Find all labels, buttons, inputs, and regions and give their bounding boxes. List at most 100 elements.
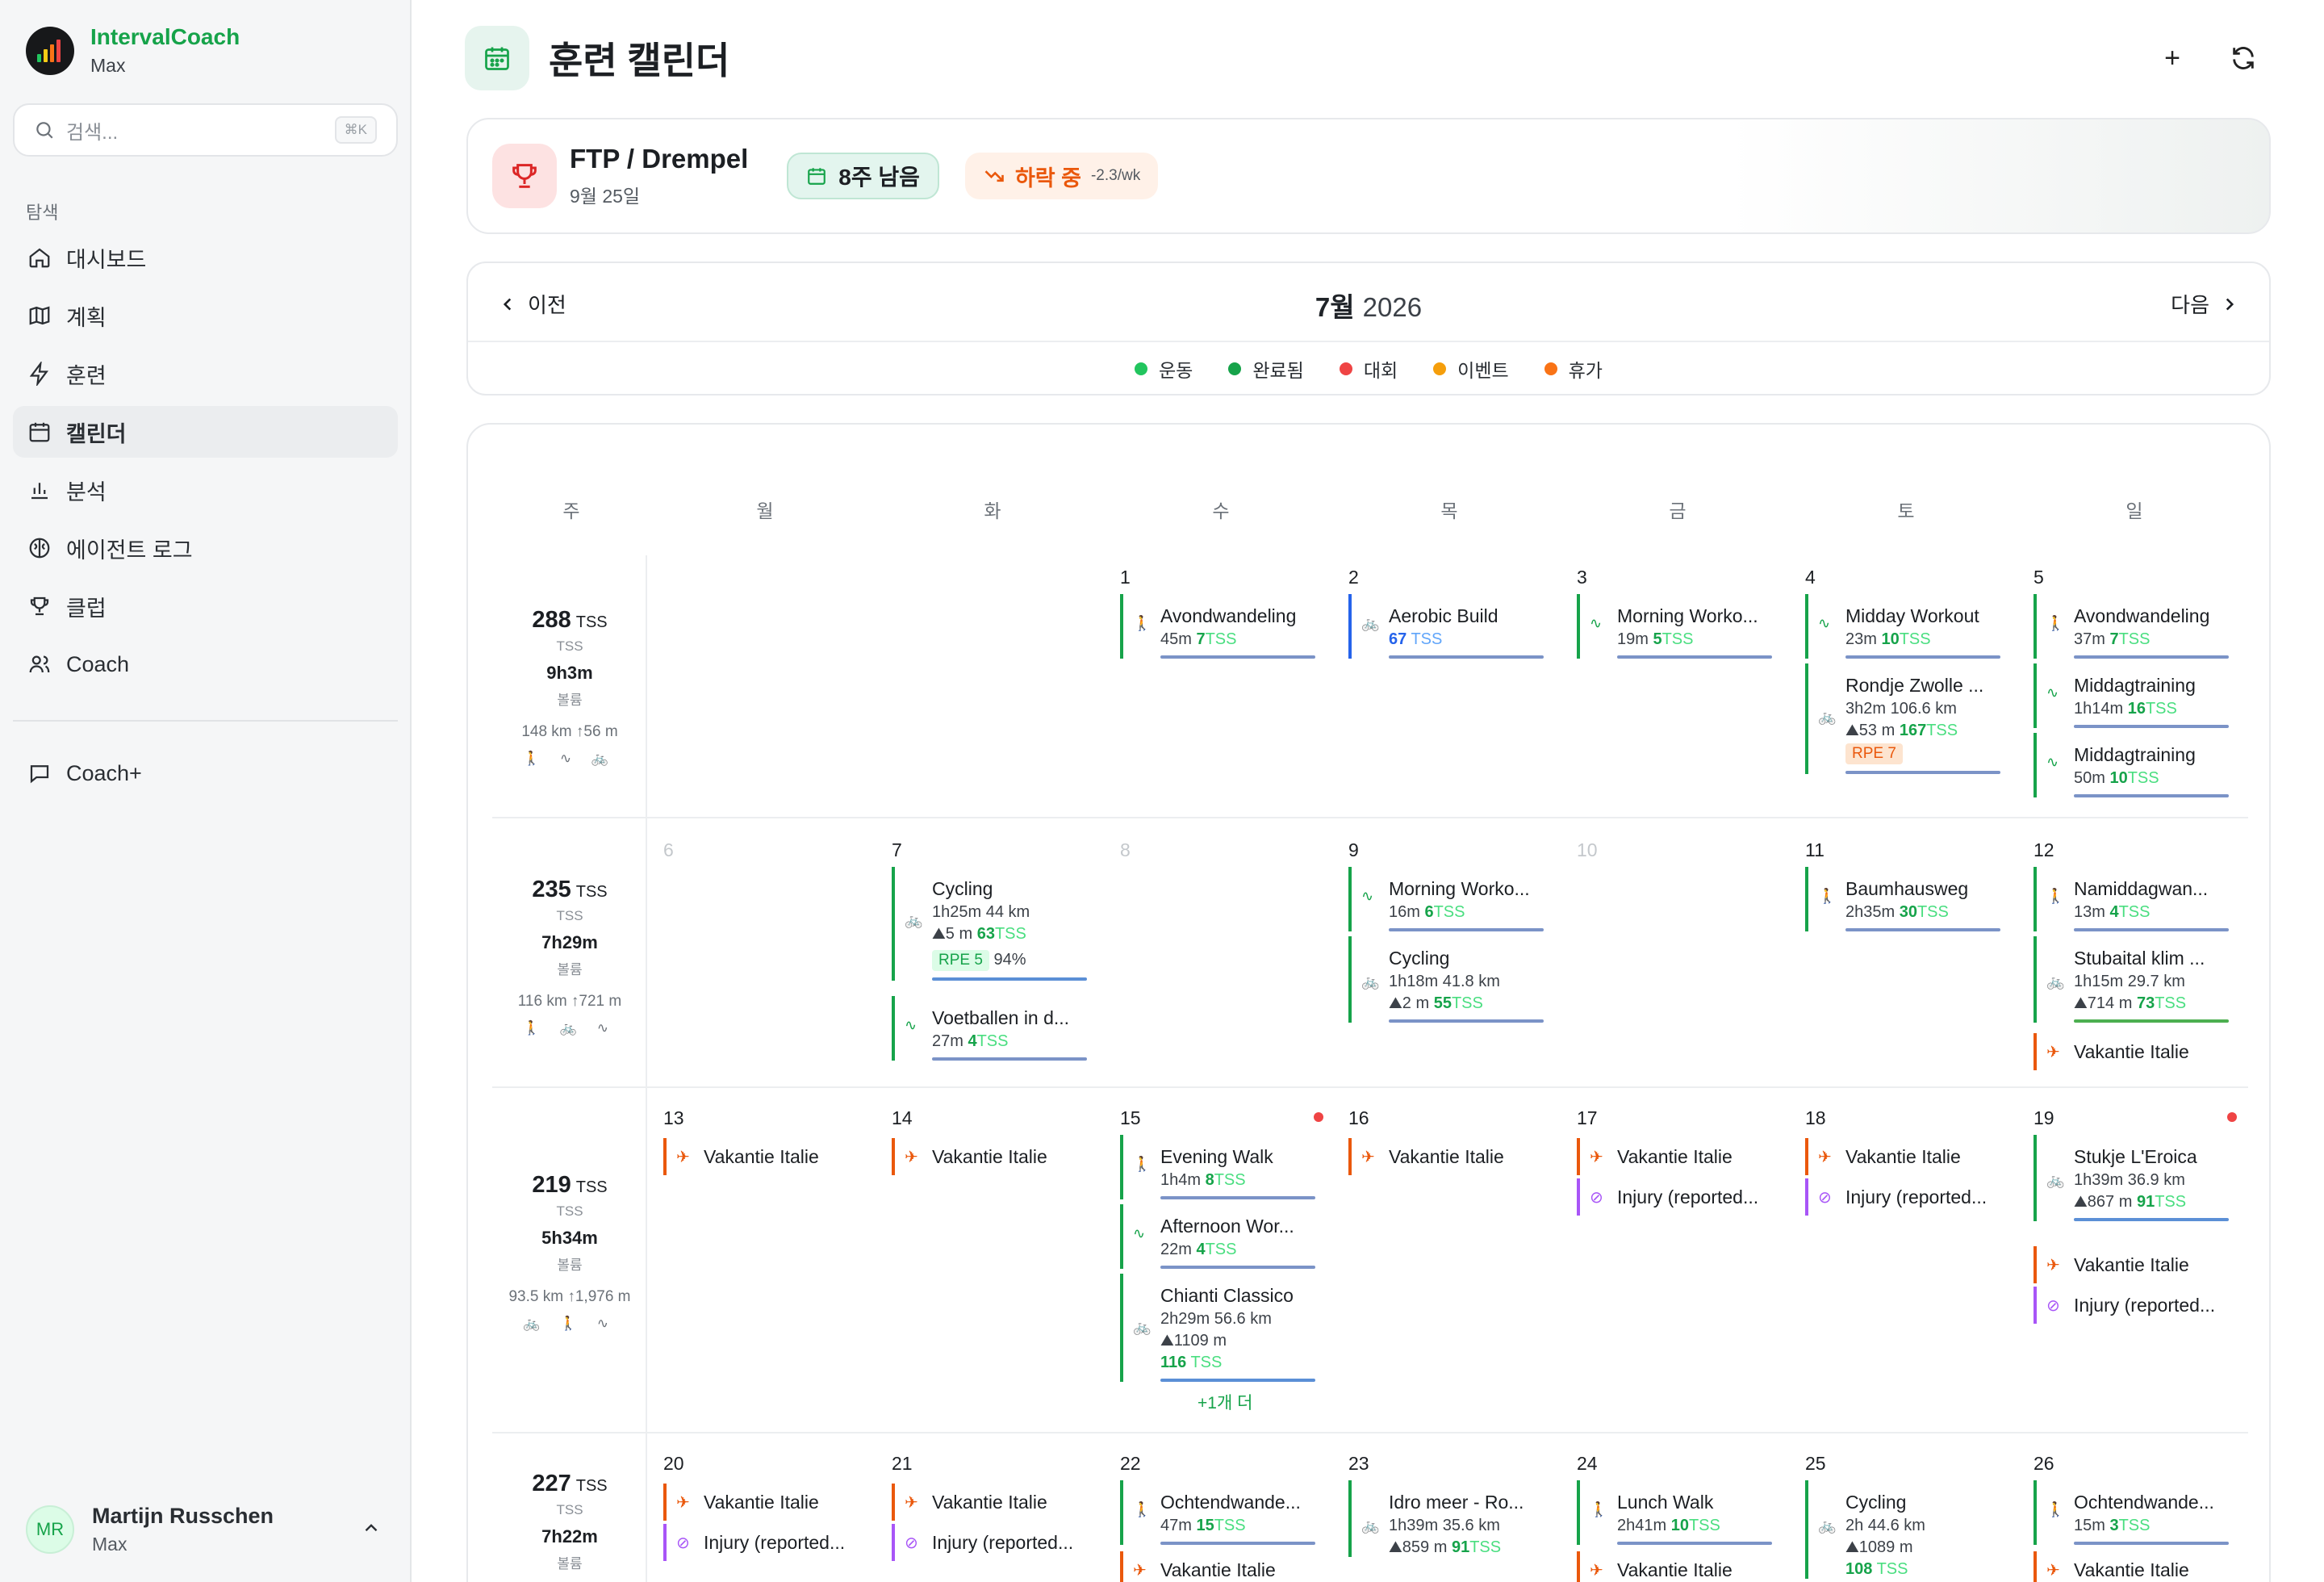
- trophy-icon: [30, 596, 49, 616]
- day-number[interactable]: 6: [663, 839, 674, 861]
- sidebar-item-club[interactable]: 클럽: [13, 580, 398, 632]
- legend-item-race: 대회: [1339, 355, 1398, 383]
- injury-card[interactable]: ⊘ Injury (reported...: [1805, 1178, 2000, 1216]
- sidebar-item-analysis[interactable]: 분석: [13, 464, 398, 516]
- day-number[interactable]: 16: [1348, 1107, 1369, 1129]
- activity-card[interactable]: 🚲 Stubaital klim ... 1h15m 29.7 km ⛰714 …: [2034, 936, 2229, 1023]
- event-card[interactable]: ✈ Vakantie Italie: [663, 1484, 859, 1521]
- day-number[interactable]: 17: [1577, 1107, 1598, 1129]
- day-number[interactable]: 3: [1577, 567, 1587, 588]
- activity-card[interactable]: 🚶 Baumhausweg 2h35m 30TSS: [1805, 867, 2000, 931]
- injury-card[interactable]: ⊘ Injury (reported...: [2034, 1287, 2229, 1324]
- event-card[interactable]: ✈ Vakantie Italie: [2034, 1246, 2229, 1283]
- activity-card[interactable]: 🚶 Avondwandeling 45m 7TSS: [1120, 594, 1315, 659]
- day-number[interactable]: 24: [1577, 1453, 1598, 1475]
- user-menu[interactable]: MR Martijn Russchen Max: [13, 1493, 398, 1566]
- activity-card[interactable]: 🚲 Cycling 1h25m 44 km ⛰5 m 63TSS RPE 5 9…: [892, 867, 1087, 981]
- week-summary[interactable]: 227 TSS TSS 7h22m 볼륨: [497, 1471, 642, 1572]
- activity-card[interactable]: 🚲 Cycling 1h18m 41.8 km ⛰2 m 55TSS: [1348, 936, 1544, 1023]
- injury-card[interactable]: ⊘ Injury (reported...: [663, 1524, 859, 1561]
- bike-icon: 🚲: [2046, 973, 2065, 990]
- activity-card[interactable]: ∿ Middagtraining 50m 10TSS: [2034, 733, 2229, 797]
- day-number[interactable]: 15: [1120, 1107, 1141, 1129]
- next-month-button[interactable]: 다음: [2171, 289, 2240, 319]
- day-number[interactable]: 9: [1348, 839, 1359, 861]
- goal-date: 9월 25일: [570, 186, 641, 207]
- legend-item-completed: 완료됨: [1228, 355, 1304, 383]
- day-number[interactable]: 26: [2034, 1453, 2054, 1475]
- activity-card[interactable]: ∿ Morning Worko... 16m 6TSS: [1348, 867, 1544, 931]
- sidebar-item-dashboard[interactable]: 대시보드: [13, 232, 398, 283]
- day-number[interactable]: 2: [1348, 567, 1359, 588]
- event-card[interactable]: ✈ Vakantie Italie: [1348, 1138, 1544, 1175]
- sidebar-item-coach[interactable]: Coach: [13, 638, 398, 690]
- day-number[interactable]: 10: [1577, 839, 1598, 861]
- activity-card[interactable]: ∿ Morning Worko... 19m 5TSS: [1577, 594, 1772, 659]
- day-header-sun: 일: [2125, 500, 2143, 521]
- activity-card[interactable]: ∿ Middagtraining 1h14m 16TSS: [2034, 663, 2229, 728]
- activity-card[interactable]: 🚲 Idro meer - Ro... 1h39m 35.6 km ⛰859 m…: [1348, 1480, 1544, 1557]
- more-activities-link[interactable]: +1개 더: [1198, 1390, 1252, 1414]
- event-card[interactable]: ✈ Vakantie Italie: [663, 1138, 859, 1175]
- week-summary[interactable]: 219 TSS TSS 5h34m 볼륨 93.5 km ↑1,976 m 🚲 🚶…: [497, 1172, 642, 1332]
- day-number[interactable]: 13: [663, 1107, 684, 1129]
- day-number[interactable]: 22: [1120, 1453, 1141, 1475]
- chat-icon: [30, 765, 49, 784]
- event-card[interactable]: ✈ Vakantie Italie: [1577, 1138, 1772, 1175]
- activity-card[interactable]: 🚶 Lunch Walk 2h41m 10TSS: [1577, 1480, 1772, 1545]
- day-number[interactable]: 21: [892, 1453, 913, 1475]
- day-number[interactable]: 12: [2034, 839, 2054, 861]
- refresh-button[interactable]: [2221, 36, 2266, 81]
- week-summary[interactable]: 288 TSS TSS 9h3m 볼륨 148 km ↑56 m 🚶 ∿ 🚲: [497, 607, 642, 767]
- day-number[interactable]: 11: [1805, 839, 1825, 861]
- week-summary[interactable]: 235 TSS TSS 7h29m 볼륨 116 km ↑721 m 🚶 🚲 ∿: [497, 877, 642, 1036]
- day-number[interactable]: 1: [1120, 567, 1131, 588]
- day-number[interactable]: 25: [1805, 1453, 1826, 1475]
- activity-card[interactable]: 🚶 Evening Walk 1h4m 8TSS: [1120, 1135, 1315, 1199]
- bike-icon: 🚲: [1361, 1517, 1380, 1534]
- event-card[interactable]: ✈ Vakantie Italie: [1120, 1551, 1315, 1582]
- brand[interactable]: IntervalCoach Max: [26, 24, 240, 77]
- day-number[interactable]: 5: [2034, 567, 2044, 588]
- day-number[interactable]: 18: [1805, 1107, 1826, 1129]
- event-card[interactable]: ✈ Vakantie Italie: [2034, 1551, 2229, 1582]
- event-card[interactable]: ✈ Vakantie Italie: [892, 1484, 1087, 1521]
- day-number[interactable]: 23: [1348, 1453, 1369, 1475]
- goal-card[interactable]: FTP / Drempel 9월 25일 8주 남음 하락 중 -2.3/wk: [466, 118, 2271, 234]
- event-card[interactable]: ✈ Vakantie Italie: [892, 1138, 1087, 1175]
- activity-card[interactable]: 🚲 Rondje Zwolle ... 3h2m 106.6 km ⛰53 m …: [1805, 663, 2000, 774]
- injury-card[interactable]: ⊘ Injury (reported...: [1577, 1178, 1772, 1216]
- day-number[interactable]: 4: [1805, 567, 1816, 588]
- activity-card[interactable]: 🚲 Stukje L'Eroica 1h39m 36.9 km ⛰867 m 9…: [2034, 1135, 2229, 1221]
- event-card[interactable]: ✈ Vakantie Italie: [1577, 1551, 1772, 1582]
- refresh-icon: [2233, 47, 2254, 69]
- day-number[interactable]: 8: [1120, 839, 1131, 861]
- calendar-icon: [808, 168, 826, 185]
- activity-card[interactable]: 🚶 Ochtendwande... 15m 3TSS: [2034, 1480, 2229, 1545]
- sidebar-item-plan[interactable]: 계획: [13, 290, 398, 341]
- sidebar-item-training[interactable]: 훈련: [13, 348, 398, 400]
- activity-card[interactable]: 🚲 Cycling 2h 44.6 km ⛰1089 m 108 TSS: [1805, 1480, 2000, 1579]
- activity-card[interactable]: 🚶 Ochtendwande... 47m 15TSS: [1120, 1480, 1315, 1545]
- activity-card[interactable]: ∿ Voetballen in d... 27m 4TSS: [892, 996, 1087, 1061]
- activity-card[interactable]: ∿ Midday Workout 23m 10TSS: [1805, 594, 2000, 659]
- day-number[interactable]: 19: [2034, 1107, 2054, 1129]
- activity-card[interactable]: 🚲 Chianti Classico 2h29m 56.6 km ⛰1109 m…: [1120, 1274, 1315, 1382]
- activity-card[interactable]: 🚶 Namiddagwan... 13m 4TSS: [2034, 867, 2229, 931]
- sidebar-item-calendar[interactable]: 캘린더: [13, 406, 398, 458]
- day-number[interactable]: 7: [892, 839, 902, 861]
- day-number[interactable]: 20: [663, 1453, 684, 1475]
- day-number[interactable]: 14: [892, 1107, 913, 1129]
- event-card[interactable]: ✈ Vakantie Italie: [2034, 1033, 2229, 1070]
- sidebar-item-agent-log[interactable]: 에이전트 로그: [13, 522, 398, 574]
- bike-icon: 🚲: [905, 912, 923, 928]
- search-input[interactable]: 검색... ⌘K: [13, 103, 398, 157]
- sidebar-item-coachplus[interactable]: Coach+: [13, 747, 398, 799]
- activity-card[interactable]: ∿ Afternoon Wor... 22m 4TSS: [1120, 1204, 1315, 1269]
- add-button[interactable]: +: [2150, 36, 2195, 81]
- chevron-right-icon: [2226, 298, 2234, 310]
- event-card[interactable]: ✈ Vakantie Italie: [1805, 1138, 2000, 1175]
- activity-card[interactable]: 🚲 Aerobic Build 67 TSS: [1348, 594, 1544, 659]
- activity-card[interactable]: 🚶 Avondwandeling 37m 7TSS: [2034, 594, 2229, 659]
- injury-card[interactable]: ⊘ Injury (reported...: [892, 1524, 1087, 1561]
